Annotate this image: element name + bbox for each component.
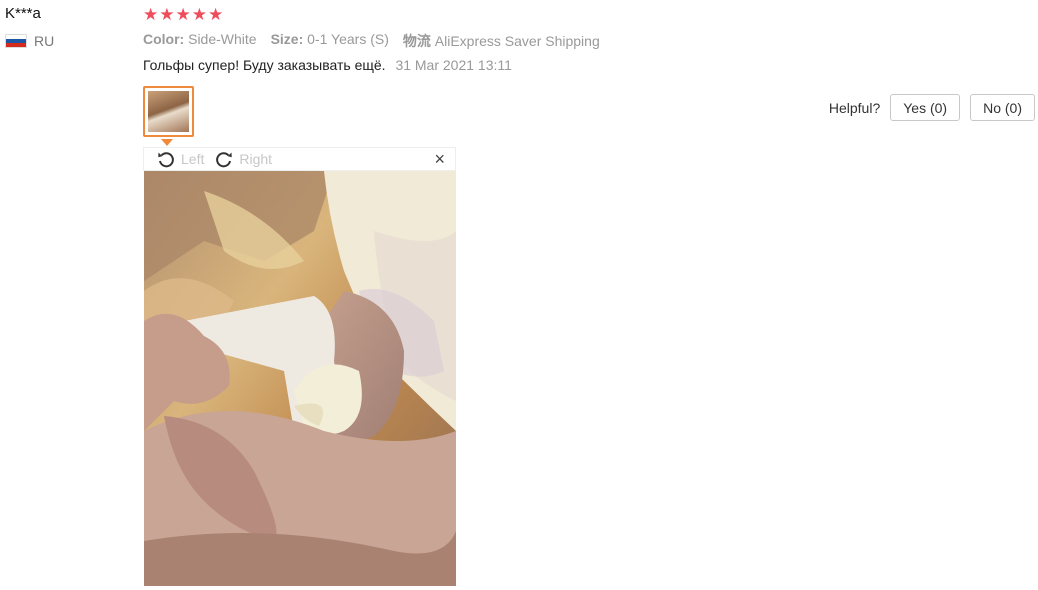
order-attributes: Color: Side-White Size: 0-1 Years (S) 物流… bbox=[143, 31, 600, 51]
thumbnail-pointer bbox=[161, 139, 173, 146]
review-body: Гольфы супер! Буду заказывать ещё. 31 Ma… bbox=[143, 57, 512, 73]
rotate-left-icon bbox=[158, 152, 174, 168]
shipping-attribute: 物流 AliExpress Saver Shipping bbox=[403, 31, 600, 51]
rotate-right-button[interactable]: Right bbox=[214, 149, 272, 169]
review-text: Гольфы супер! Буду заказывать ещё. bbox=[143, 57, 386, 73]
reviewer-country: RU bbox=[5, 33, 54, 49]
russia-flag-icon bbox=[5, 34, 27, 48]
helpful-vote: Helpful? Yes (0) No (0) bbox=[829, 94, 1035, 121]
review-photo-enlarged bbox=[144, 171, 456, 586]
review-photo-thumbnail[interactable] bbox=[143, 86, 194, 137]
rotate-left-label: Left bbox=[181, 151, 205, 167]
rotate-right-label: Right bbox=[239, 151, 273, 167]
color-label: Color: bbox=[143, 31, 185, 47]
star-icon: ★ bbox=[208, 5, 224, 24]
review-date: 31 Mar 2021 13:11 bbox=[395, 57, 512, 73]
star-icon: ★ bbox=[191, 5, 207, 24]
image-viewer-toolbar: Left Right × bbox=[143, 147, 456, 171]
color-attribute: Color: Side-White bbox=[143, 31, 257, 51]
shipping-value: AliExpress Saver Shipping bbox=[434, 33, 600, 49]
shipping-label: 物流 bbox=[402, 33, 431, 49]
size-value: 0-1 Years (S) bbox=[307, 31, 389, 47]
thumbnail-image bbox=[148, 91, 189, 132]
star-icon: ★ bbox=[143, 5, 159, 24]
close-viewer-button[interactable]: × bbox=[434, 149, 445, 169]
reviewer-name: K***a bbox=[5, 5, 41, 22]
helpful-no-button[interactable]: No (0) bbox=[970, 94, 1035, 121]
rotate-right-icon bbox=[216, 152, 233, 168]
star-icon: ★ bbox=[159, 5, 175, 24]
color-value: Side-White bbox=[188, 31, 257, 47]
star-rating: ★ ★ ★ ★ ★ bbox=[143, 5, 223, 25]
rotate-left-button[interactable]: Left bbox=[156, 149, 204, 169]
size-attribute: Size: 0-1 Years (S) bbox=[271, 31, 389, 51]
country-code: RU bbox=[34, 33, 55, 49]
helpful-yes-button[interactable]: Yes (0) bbox=[890, 94, 961, 121]
helpful-label: Helpful? bbox=[828, 99, 881, 116]
star-icon: ★ bbox=[175, 5, 191, 24]
size-label: Size: bbox=[270, 31, 304, 47]
